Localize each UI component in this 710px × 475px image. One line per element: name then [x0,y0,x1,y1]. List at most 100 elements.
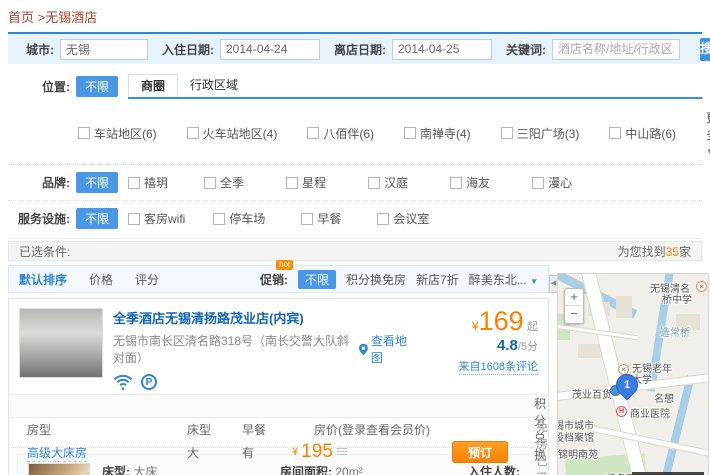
checkbox[interactable] [609,127,621,139]
checkbox[interactable] [307,127,319,139]
search-bar: 城市: 入住日期: 离店日期: 关键词: 搜索 [8,32,702,64]
checkbox[interactable] [128,177,140,189]
wifi-icon [113,374,133,390]
promo-points-link[interactable]: 积分换免房 [346,271,406,288]
parking-icon: P [141,374,157,390]
location-option[interactable]: 三阳广场(3) [501,125,580,142]
breadcrumb-current: 无锡酒店 [45,10,97,25]
brand-option[interactable]: 汉庭 [368,174,408,191]
facility-option[interactable]: 客房wifi [128,210,185,227]
brand-option[interactable]: 全季 [204,174,244,191]
hotel-price: ¥169 起 [413,308,538,334]
checkbox[interactable] [450,177,462,189]
view-map-link[interactable]: 查看地图 [359,332,413,366]
keyword-input[interactable] [552,39,680,60]
map-pin-icon [359,343,368,356]
sort-score[interactable]: 评分 [135,271,159,288]
hotel-address: 无锡市南长区清名路318号（南长交警大队斜对面） [113,332,353,366]
location-option[interactable]: 车站地区(6) [78,125,157,142]
map-label: 商业医院 [630,405,670,420]
checkin-input[interactable] [220,39,320,60]
promo-unlimited-button[interactable]: 不限 [298,270,336,289]
hotel-search-page: 首页 >无锡酒店 城市: 入住日期: 离店日期: 关键词: 搜索 位置: 不限 … [0,0,710,475]
filter-panel: 位置: 不限 商圈 行政区域 车站地区(6) 火车站地区(4) 八佰伴(6) 南… [8,64,702,239]
checkbox[interactable] [187,127,199,139]
checkbox[interactable] [286,177,298,189]
checkbox[interactable] [128,213,140,225]
member-price-icon [337,448,347,457]
checkbox[interactable] [501,127,513,139]
brand-option[interactable]: 海友 [450,174,490,191]
reviews-link[interactable]: 来自1608条评论 [459,358,538,375]
brand-unlimited-button[interactable]: 不限 [76,172,118,193]
facility-option[interactable]: 早餐 [301,210,341,227]
hospital-icon: H [616,406,627,417]
facility-option[interactable]: 会议室 [377,210,429,227]
more-link[interactable]: 更多▼ [706,109,710,157]
location-option[interactable]: 火车站地区(4) [187,125,278,142]
zoom-out-button[interactable]: − [565,306,583,323]
hotel-score: 4.8/5分 [413,337,538,354]
map-label: 选常桥 [660,324,690,339]
map-label: 桥中学 [662,291,692,306]
selected-conditions-bar: 已选条件: 为您找到35家 [8,241,702,261]
checkbox[interactable] [78,127,90,139]
map-label: 锦明南苑 [558,446,598,461]
mini-map[interactable]: + − 无锡清名 桥中学 ✕ 选常桥 ✕ 无锡老年 大学 茂业百货 名憩 1 H… [557,273,709,475]
map-zoom-control: + − [564,288,584,324]
promo-dropdown[interactable]: 醉美东北... ▼ [469,271,538,288]
book-button[interactable]: 预订 [452,441,508,463]
location-unlimited-button[interactable]: 不限 [76,76,118,97]
hotel-name-link[interactable]: 全季酒店无锡清扬路茂业店(内宾) [113,308,413,327]
checkin-label: 入住日期: [162,41,214,58]
facility-option[interactable]: 停车场 [213,210,265,227]
brand-option[interactable]: 漫心 [532,174,572,191]
school-icon: ✕ [696,281,707,292]
room-photo [28,463,90,475]
chevron-down-icon: ▼ [530,277,538,286]
breadcrumb: 首页 >无锡酒店 [0,0,710,32]
breadcrumb-home-link[interactable]: 首页 [8,10,34,25]
zoom-in-button[interactable]: + [565,289,583,306]
hotel-card: 全季酒店无锡清扬路茂业店(内宾) 无锡市南长区清名路318号（南长交警大队斜对面… [8,298,549,475]
room-price: ¥195 [292,441,402,463]
checkbox[interactable] [404,127,416,139]
location-label: 位置: [8,78,70,95]
keyword-label: 关键词: [506,41,546,58]
city-input[interactable] [60,39,148,60]
sort-bar: 默认排序 价格 评分 促销:hot 不限 积分换免房 新店7折 醉美东北... … [8,265,549,293]
checkbox[interactable] [532,177,544,189]
tab-admin-district[interactable]: 行政区域 [178,74,250,97]
free-room-status: 免房已满 [530,418,548,475]
search-button[interactable]: 搜索 [700,38,710,61]
checkout-input[interactable] [392,39,492,60]
brand-option[interactable]: 禧玥 [128,174,168,191]
facility-label: 服务设施: [8,210,70,227]
checkout-label: 离店日期: [334,41,386,58]
result-count: 为您找到35家 [618,243,691,260]
room-table-header: 房型 床型 早餐 房价(登录查看会员价) 积分兑换 [9,394,548,418]
map-label: 名憩 [654,390,674,405]
promo-newstore-link[interactable]: 新店7折 [416,271,459,288]
checkbox[interactable] [301,213,313,225]
location-option[interactable]: 南禅寺(4) [404,125,471,142]
brand-option[interactable]: 星程 [286,174,326,191]
sort-price[interactable]: 价格 [89,271,113,288]
room-type-link[interactable]: 高级大床房 [27,444,187,461]
facility-unlimited-button[interactable]: 不限 [76,208,118,229]
city-label: 城市: [26,41,54,58]
location-option[interactable]: 中山路(6) [609,125,676,142]
promo-label: 促销:hot [260,271,288,288]
sort-default[interactable]: 默认排序 [19,271,67,288]
location-option[interactable]: 八佰伴(6) [307,125,374,142]
checkbox[interactable] [368,177,380,189]
map-label: 设档案馆 [557,429,594,444]
checkbox[interactable] [204,177,216,189]
selected-conditions-label: 已选条件: [19,243,70,260]
brand-label: 品牌: [8,174,70,191]
chevron-down-icon: ▼ [706,147,710,156]
checkbox[interactable] [213,213,225,225]
checkbox[interactable] [377,213,389,225]
tab-business-district[interactable]: 商圈 [128,74,178,97]
hotel-photo[interactable] [19,308,103,378]
